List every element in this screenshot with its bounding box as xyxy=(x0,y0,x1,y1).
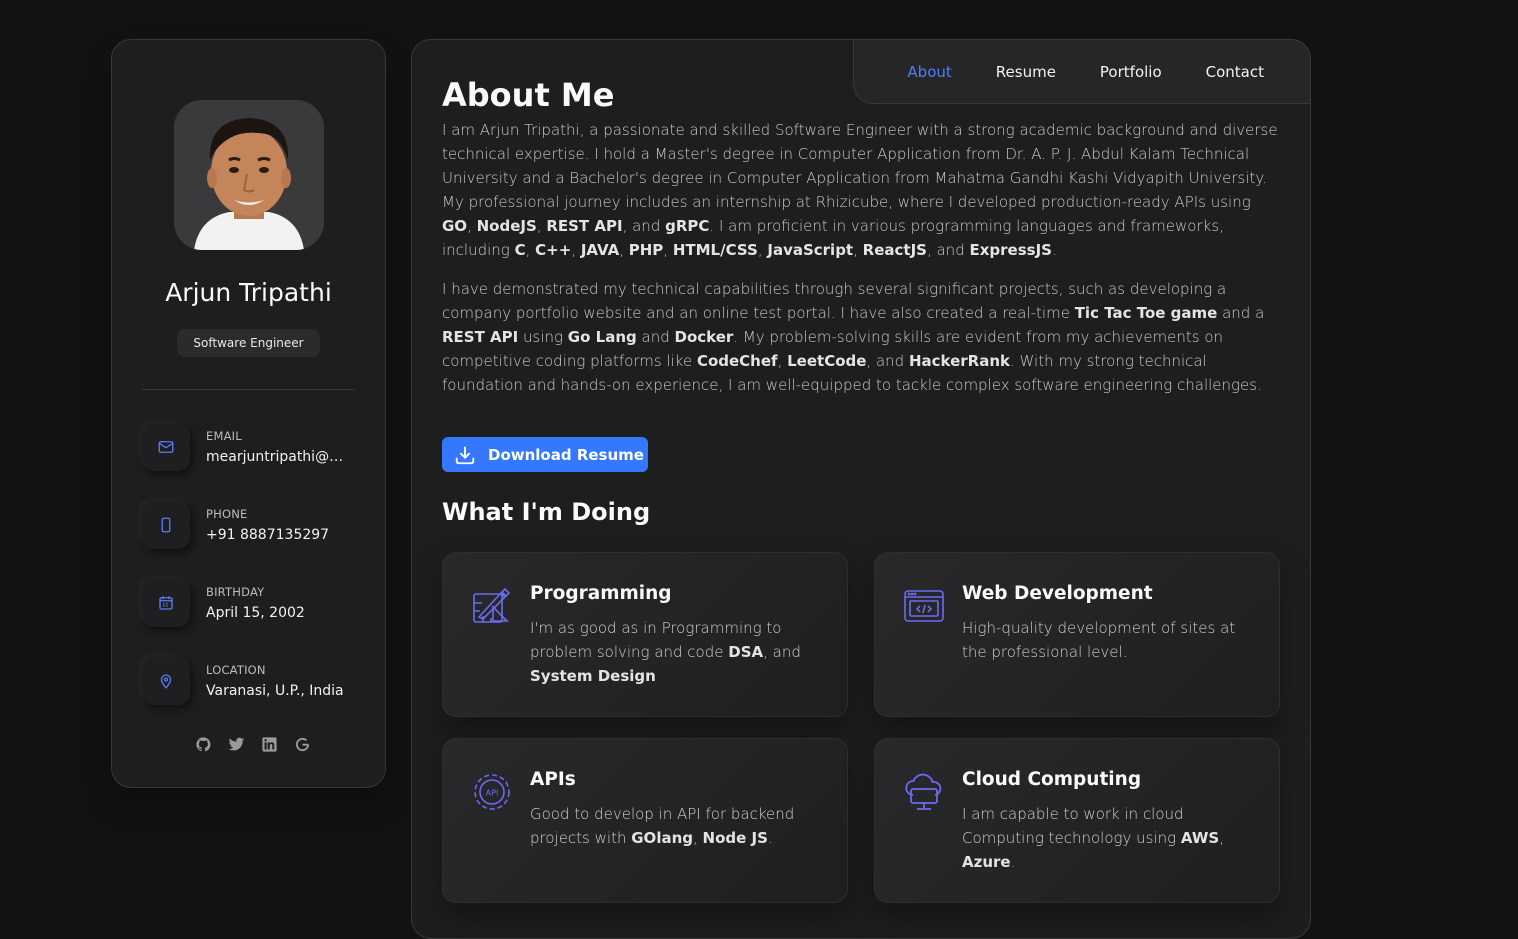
highlight-keyword: DSA xyxy=(728,643,764,661)
nav-resume[interactable]: Resume xyxy=(996,63,1056,81)
highlight-keyword: JavaScript xyxy=(767,241,854,259)
contact-label: BIRTHDAY xyxy=(206,585,265,599)
highlight-keyword: JAVA xyxy=(580,241,620,259)
highlight-keyword: ReactJS xyxy=(862,241,927,259)
location-value: Varanasi, U.P., India xyxy=(206,683,344,699)
service-title: APIs xyxy=(530,769,576,790)
service-text: I'm as good as in Programming to problem… xyxy=(530,619,801,685)
profile-name: Arjun Tripathi xyxy=(165,278,332,307)
highlight-keyword: gRPC xyxy=(665,217,710,235)
nav-about[interactable]: About xyxy=(907,63,951,81)
contact-label: PHONE xyxy=(206,507,248,521)
about-paragraph-1: I am Arjun Tripathi, a passionate and sk… xyxy=(442,121,1278,259)
download-resume-button[interactable]: Download Resume xyxy=(442,437,648,472)
highlight-keyword: HTML/CSS xyxy=(672,241,758,259)
main-content: About Resume Portfolio Contact About Me … xyxy=(411,39,1311,939)
highlight-keyword: GO xyxy=(442,217,468,235)
phone-link[interactable]: +91 8887135297 xyxy=(206,527,351,543)
highlight-keyword: REST API xyxy=(546,217,623,235)
birthday-value: April 15, 2002 xyxy=(206,605,305,621)
service-text: High-quality development of sites at the… xyxy=(962,619,1236,661)
service-card-apis: API APIs Good to develop in API for back… xyxy=(442,738,848,903)
highlight-keyword: Node JS xyxy=(702,829,768,847)
contact-birthday: BIRTHDAY April 15, 2002 xyxy=(142,579,362,627)
download-icon xyxy=(455,446,475,464)
service-text: Good to develop in API for backend proje… xyxy=(530,805,795,847)
linkedin-icon[interactable] xyxy=(260,735,278,753)
nav-contact[interactable]: Contact xyxy=(1206,63,1264,81)
twitter-icon[interactable] xyxy=(227,735,245,753)
contact-label: LOCATION xyxy=(206,663,266,677)
github-icon[interactable] xyxy=(194,735,212,753)
svg-text:API: API xyxy=(486,789,499,798)
programming-icon xyxy=(471,585,513,627)
social-links xyxy=(194,735,314,755)
avatar xyxy=(174,100,324,250)
highlight-keyword: System Design xyxy=(530,667,656,685)
service-title: Web Development xyxy=(962,583,1153,604)
web-development-icon xyxy=(903,585,945,627)
download-label: Download Resume xyxy=(488,445,644,464)
service-card-cloud-computing: Cloud Computing I am capable to work in … xyxy=(874,738,1280,903)
highlight-keyword: PHP xyxy=(628,241,664,259)
navbar: About Resume Portfolio Contact xyxy=(853,39,1311,104)
service-card-programming: Programming I'm as good as in Programmin… xyxy=(442,552,848,717)
mail-icon xyxy=(142,423,190,471)
phone-icon xyxy=(142,501,190,549)
highlight-keyword: REST API xyxy=(442,328,519,346)
google-icon[interactable] xyxy=(293,735,311,753)
service-title: Cloud Computing xyxy=(962,769,1142,790)
highlight-keyword: Tic Tac Toe game xyxy=(1074,304,1218,322)
page-title: About Me xyxy=(442,76,615,114)
highlight-keyword: AWS xyxy=(1180,829,1220,847)
service-title: Programming xyxy=(530,583,672,604)
contact-email: EMAIL mearjuntripathi@g... xyxy=(142,423,362,471)
cloud-computing-icon xyxy=(903,771,945,813)
highlight-keyword: LeetCode xyxy=(787,352,867,370)
service-text: I am capable to work in cloud Computing … xyxy=(962,805,1224,871)
api-gear-icon: API xyxy=(471,771,513,813)
highlight-keyword: Go Lang xyxy=(567,328,637,346)
role-badge: Software Engineer xyxy=(177,329,320,357)
highlight-keyword: Docker xyxy=(674,328,734,346)
highlight-keyword: HackerRank xyxy=(908,352,1011,370)
divider xyxy=(142,389,355,390)
highlight-keyword: C xyxy=(514,241,526,259)
section-title: What I'm Doing xyxy=(442,498,651,526)
contact-phone: PHONE +91 8887135297 xyxy=(142,501,362,549)
highlight-keyword: C++ xyxy=(535,241,572,259)
highlight-keyword: GOlang xyxy=(631,829,693,847)
location-pin-icon xyxy=(142,657,190,705)
email-link[interactable]: mearjuntripathi@g... xyxy=(206,449,351,465)
contact-location: LOCATION Varanasi, U.P., India xyxy=(142,657,362,705)
about-paragraph-2: I have demonstrated my technical capabil… xyxy=(442,280,1265,394)
contact-label: EMAIL xyxy=(206,429,242,443)
highlight-keyword: CodeChef xyxy=(696,352,778,370)
nav-portfolio[interactable]: Portfolio xyxy=(1100,63,1162,81)
calendar-icon xyxy=(142,579,190,627)
service-card-web-development: Web Development High-quality development… xyxy=(874,552,1280,717)
profile-sidebar: Arjun Tripathi Software Engineer EMAIL m… xyxy=(111,39,386,788)
highlight-keyword: Azure xyxy=(962,853,1011,871)
highlight-keyword: NodeJS xyxy=(476,217,537,235)
profile-photo xyxy=(174,100,324,250)
highlight-keyword: ExpressJS xyxy=(969,241,1052,259)
